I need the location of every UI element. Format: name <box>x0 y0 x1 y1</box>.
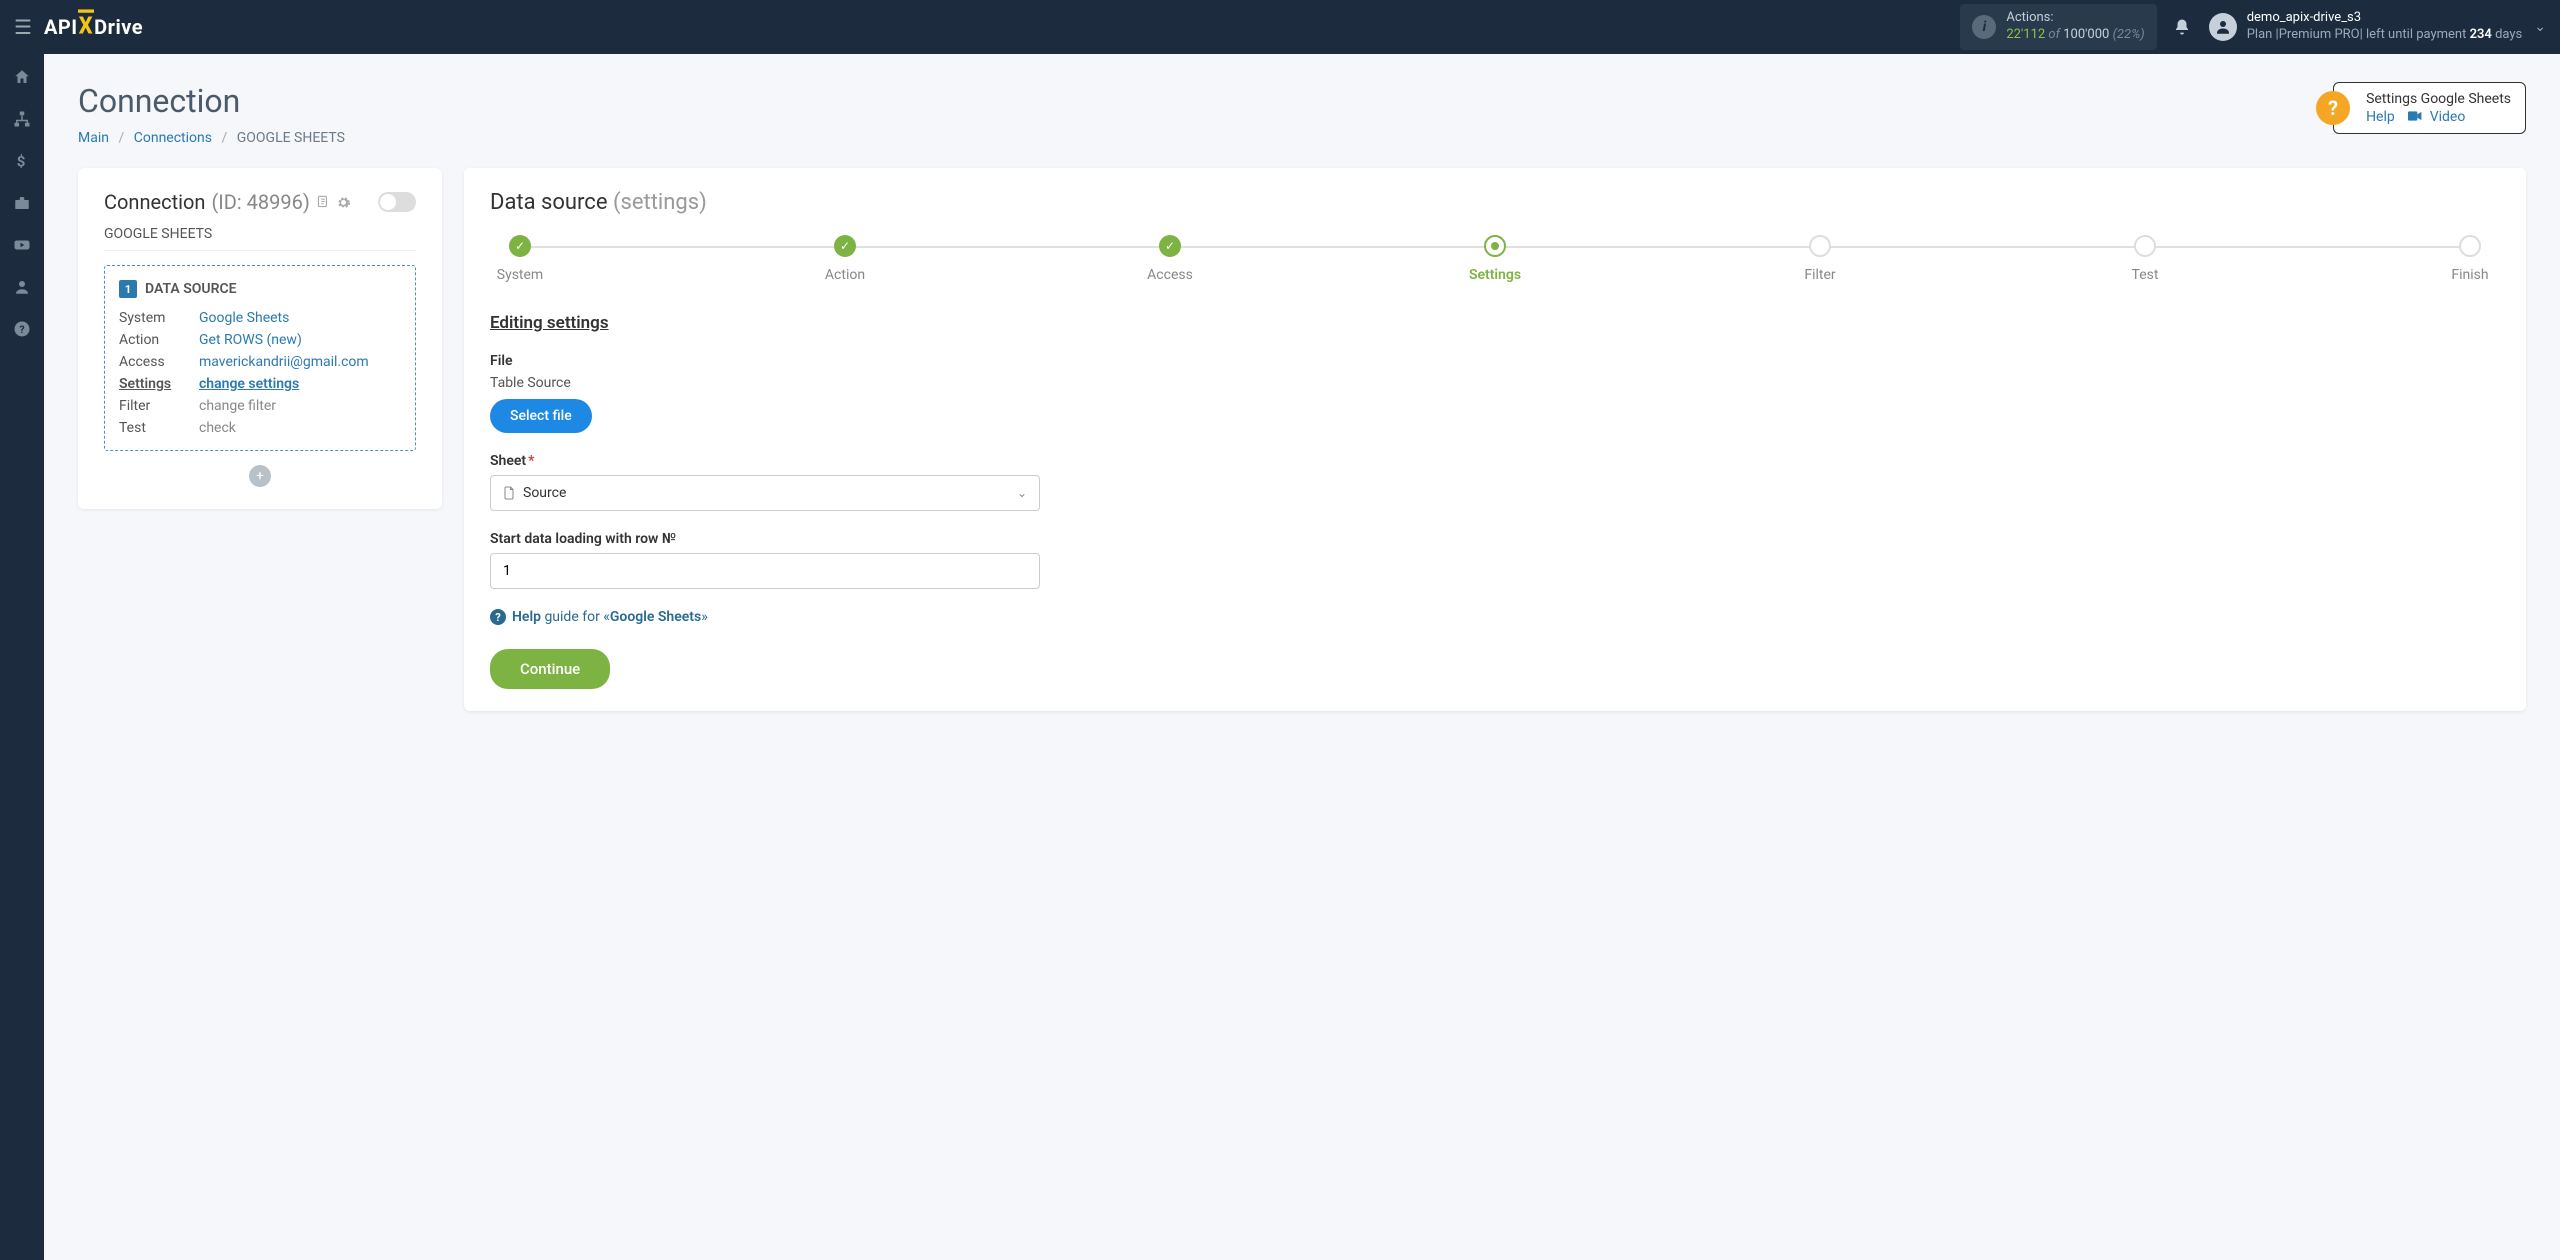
data-source-box: 1 DATA SOURCE System Google Sheets Actio… <box>104 265 416 451</box>
svg-text:?: ? <box>19 323 24 336</box>
section-title: Editing settings <box>490 313 2500 333</box>
settings-title: Data source (settings) <box>490 190 2500 215</box>
start-row-label: Start data loading with row № <box>490 531 2500 547</box>
svg-text:$: $ <box>17 152 26 170</box>
help-question-icon[interactable]: ? <box>2316 91 2350 125</box>
help-link[interactable]: Help <box>2366 109 2395 125</box>
row-access-val[interactable]: maverickandrii@gmail.com <box>199 354 401 370</box>
logo-text-pre: API <box>44 15 78 39</box>
connection-card: Connection (ID: 48996) GOOGLE SHEETS 1 D… <box>78 168 442 509</box>
field-file: File Table Source Select file <box>490 353 2500 433</box>
stepper: ✓System ✓Action ✓Access Settings Filter … <box>490 235 2500 283</box>
actions-counter[interactable]: i Actions: 22'112 of 100'000 (22%) <box>1960 4 2156 50</box>
menu-toggle-icon[interactable]: ☰ <box>14 15 32 39</box>
breadcrumb: Main / Connections / GOOGLE SHEETS <box>78 130 345 146</box>
info-icon: i <box>1972 15 1996 39</box>
row-system-key: System <box>119 310 199 326</box>
sheet-value: Source <box>523 485 1009 501</box>
breadcrumb-connections[interactable]: Connections <box>134 130 212 146</box>
field-sheet: Sheet* Source ⌄ <box>490 453 2500 511</box>
connection-subtitle: GOOGLE SHEETS <box>104 226 416 251</box>
copy-icon[interactable] <box>316 194 330 210</box>
connection-id: (ID: 48996) <box>211 190 309 214</box>
file-value: Table Source <box>490 375 2500 391</box>
page-title: Connection <box>78 82 345 120</box>
document-icon <box>503 486 515 500</box>
briefcase-icon[interactable] <box>13 194 31 212</box>
actions-pct: (22%) <box>2113 27 2145 42</box>
breadcrumb-main[interactable]: Main <box>78 130 109 146</box>
data-source-title: DATA SOURCE <box>145 281 237 297</box>
question-icon[interactable]: ? <box>13 320 31 338</box>
select-file-button[interactable]: Select file <box>490 399 592 433</box>
enable-toggle[interactable] <box>378 192 416 212</box>
bell-icon[interactable] <box>2173 18 2191 36</box>
user-name: demo_apix-drive_s3 <box>2247 10 2523 27</box>
row-filter-val[interactable]: change filter <box>199 398 401 414</box>
step-finish[interactable]: Finish <box>2440 235 2500 283</box>
data-source-number: 1 <box>119 280 137 298</box>
help-guide-icon: ? <box>490 609 506 625</box>
sitemap-icon[interactable] <box>13 110 31 128</box>
start-row-input[interactable] <box>490 553 1040 589</box>
topbar: ☰ API X Drive i Actions: 22'112 of 100'0… <box>0 0 2560 54</box>
file-label: File <box>490 353 2500 369</box>
help-panel: ? Settings Google Sheets Help Video <box>2333 82 2526 134</box>
continue-button[interactable]: Continue <box>490 649 610 689</box>
step-filter[interactable]: Filter <box>1790 235 1850 283</box>
sheet-select[interactable]: Source ⌄ <box>490 475 1040 511</box>
content: Connection Main / Connections / GOOGLE S… <box>44 54 2560 1260</box>
row-action-val[interactable]: Get ROWS (new) <box>199 332 401 348</box>
breadcrumb-current: GOOGLE SHEETS <box>237 130 345 146</box>
connection-heading: Connection <box>104 190 205 214</box>
video-icon <box>2408 109 2425 125</box>
actions-used: 22'112 <box>2006 27 2045 42</box>
actions-label: Actions: <box>2006 10 2144 27</box>
chevron-down-icon: ⌄ <box>1017 486 1027 500</box>
row-test-val[interactable]: check <box>199 420 401 436</box>
video-link[interactable]: Video <box>2430 109 2466 125</box>
user-menu[interactable]: demo_apix-drive_s3 Plan |Premium PRO| le… <box>2209 10 2523 44</box>
help-guide[interactable]: ? Help guide for «Google Sheets» <box>490 609 2500 625</box>
dollar-icon[interactable]: $ <box>13 152 31 170</box>
logo-x-icon: X <box>79 12 94 40</box>
gear-icon[interactable] <box>336 195 351 210</box>
field-start-row: Start data loading with row № <box>490 531 2500 589</box>
actions-total: 100'000 <box>2063 27 2109 42</box>
add-step-button[interactable]: + <box>249 465 271 487</box>
logo-text-post: Drive <box>94 15 143 39</box>
sheet-label: Sheet* <box>490 453 2500 469</box>
step-system[interactable]: ✓System <box>490 235 550 283</box>
user-avatar-icon <box>2209 13 2237 41</box>
user-icon[interactable] <box>13 278 31 296</box>
step-action[interactable]: ✓Action <box>815 235 875 283</box>
chevron-down-icon[interactable]: ⌄ <box>2534 19 2546 35</box>
row-settings-key: Settings <box>119 376 199 392</box>
step-test[interactable]: Test <box>2115 235 2175 283</box>
row-system-val[interactable]: Google Sheets <box>199 310 401 326</box>
row-access-key: Access <box>119 354 199 370</box>
logo[interactable]: API X Drive <box>44 15 143 40</box>
user-plan: Plan |Premium PRO| left until payment 23… <box>2247 27 2523 44</box>
row-settings-val[interactable]: change settings <box>199 376 401 392</box>
youtube-icon[interactable] <box>13 236 31 254</box>
help-title: Settings Google Sheets <box>2366 91 2511 107</box>
settings-card: Data source (settings) ✓System ✓Action ✓… <box>464 168 2526 711</box>
home-icon[interactable] <box>13 68 31 86</box>
sidebar: $ ? <box>0 54 44 1260</box>
actions-of: of <box>2048 27 2060 42</box>
step-access[interactable]: ✓Access <box>1140 235 1200 283</box>
row-filter-key: Filter <box>119 398 199 414</box>
row-action-key: Action <box>119 332 199 348</box>
row-test-key: Test <box>119 420 199 436</box>
step-settings[interactable]: Settings <box>1465 235 1525 283</box>
